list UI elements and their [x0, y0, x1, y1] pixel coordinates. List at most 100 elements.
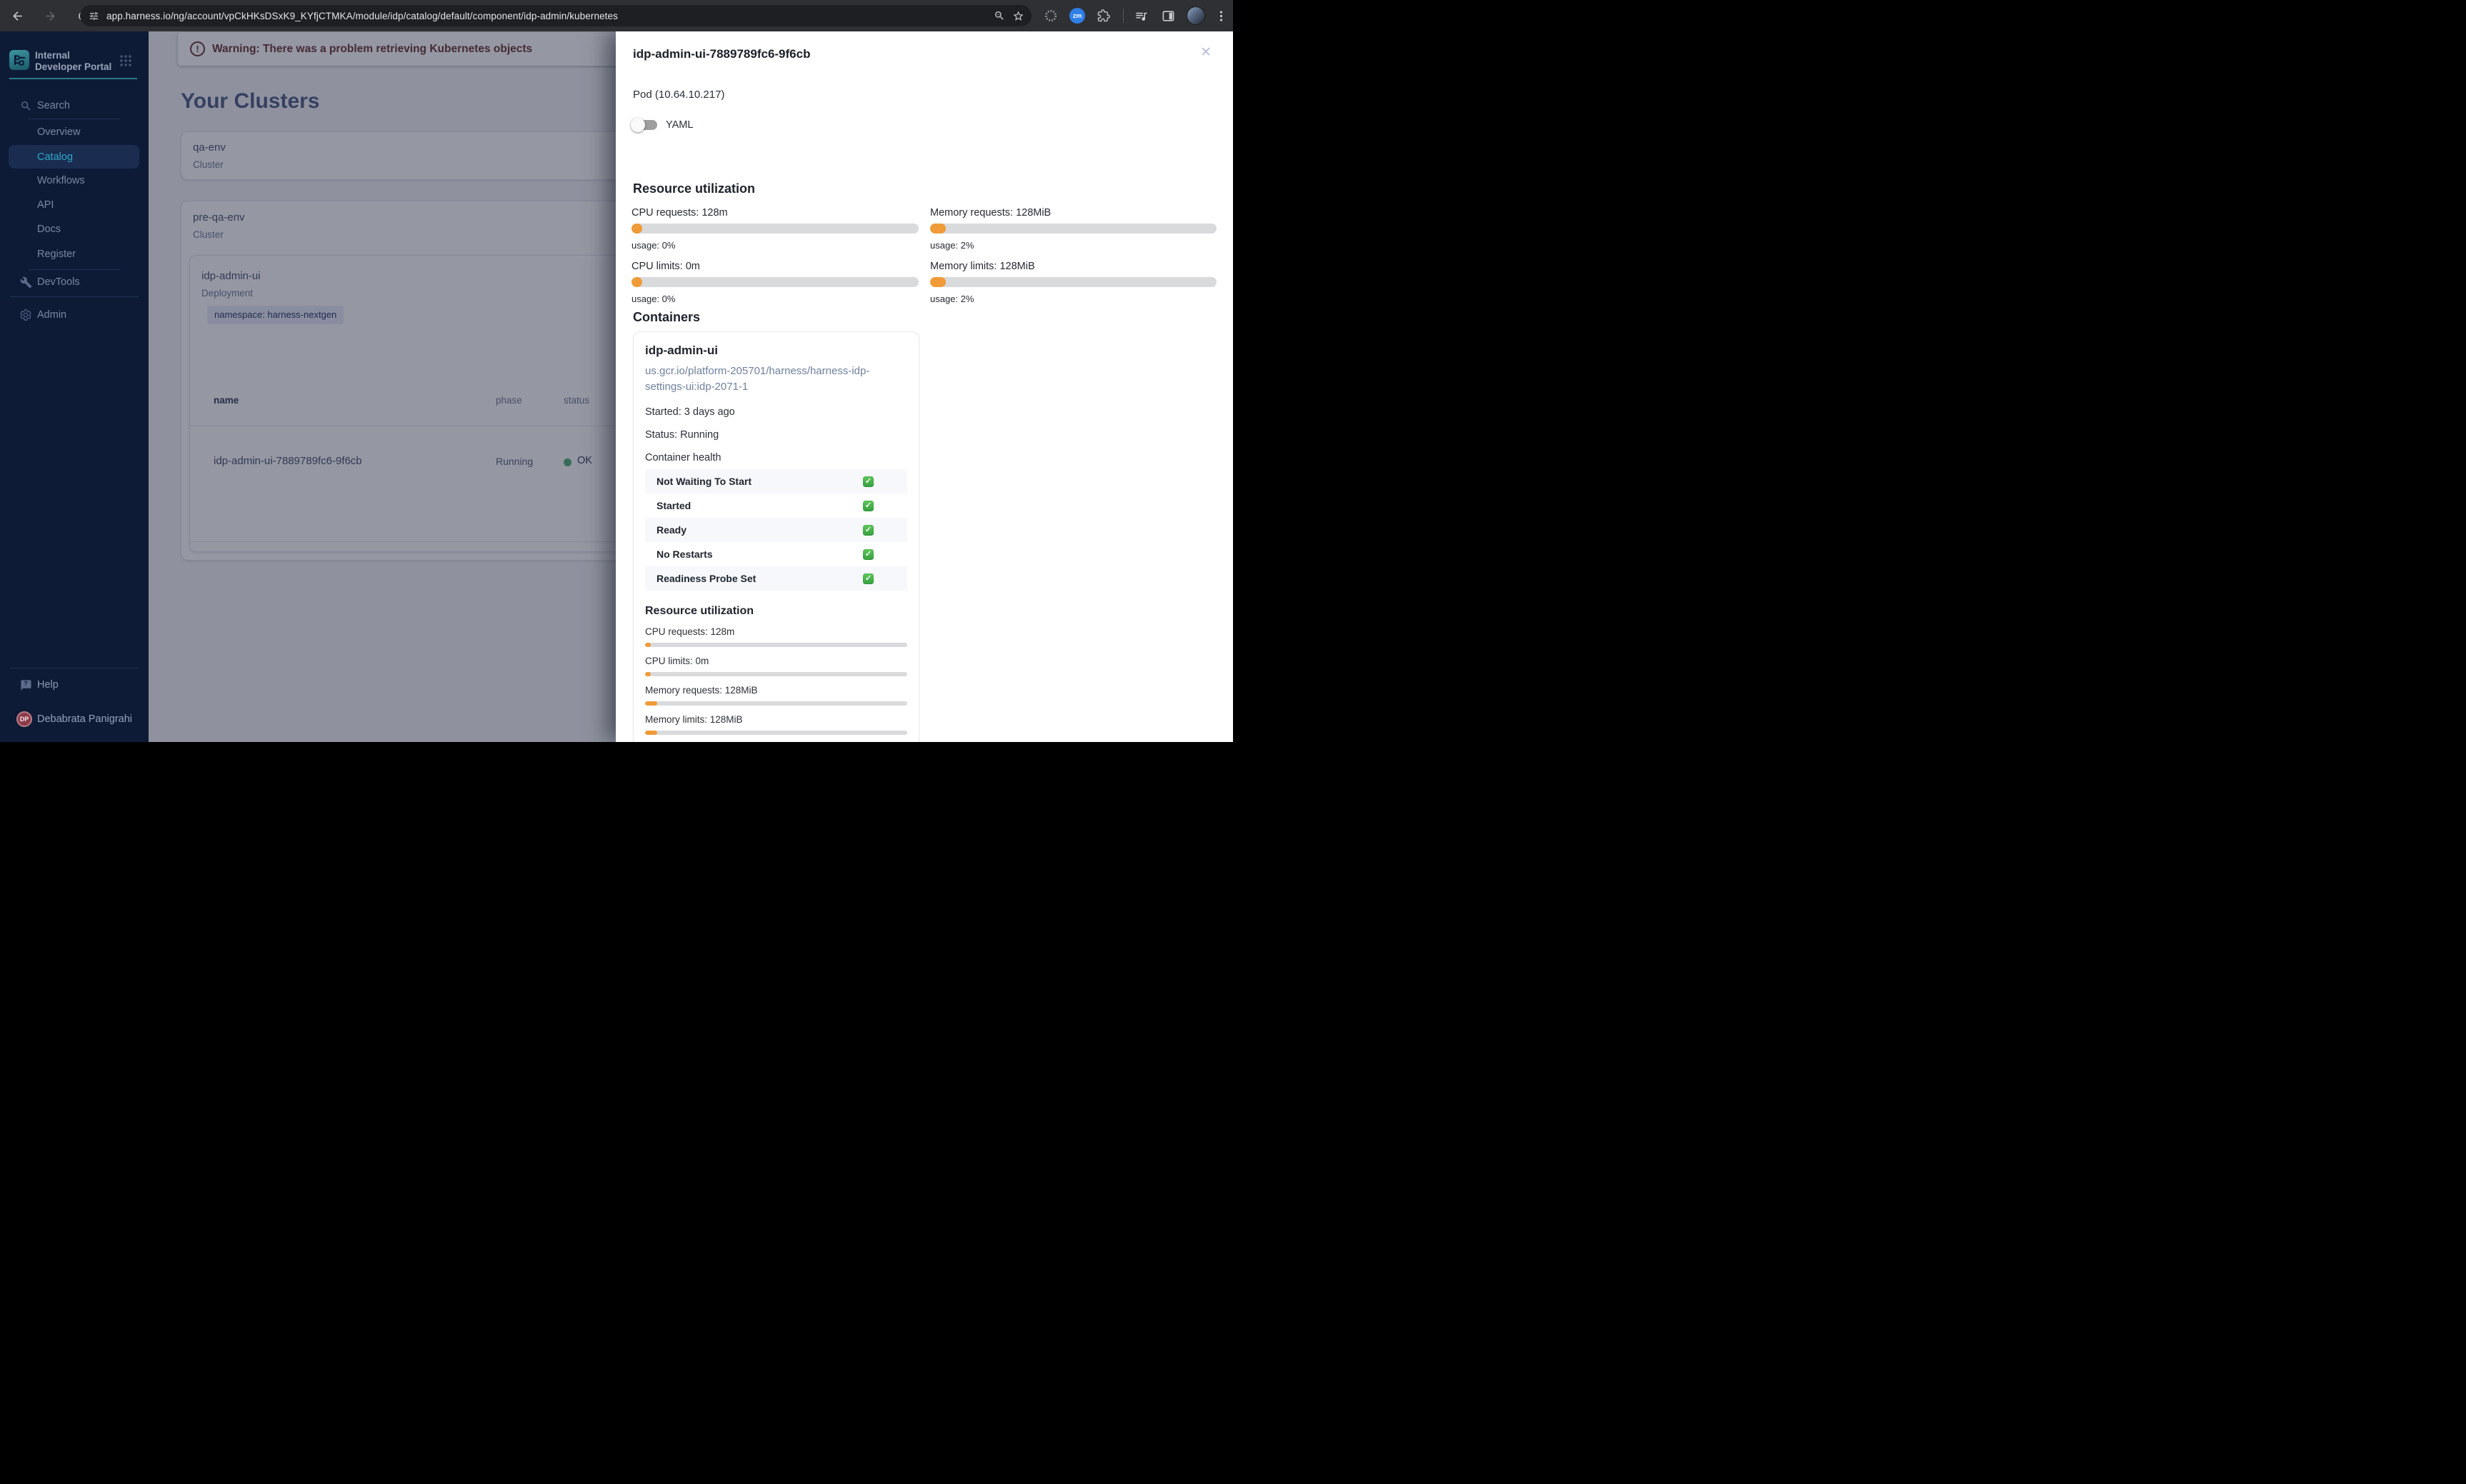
- zoom-app-label: zm: [1072, 12, 1082, 19]
- sidebar-item-admin[interactable]: Admin: [0, 303, 149, 327]
- resource-bar-memory-limits: Memory limits: 128MiB usage: 2%: [930, 261, 1217, 304]
- resource-bar-cpu-requests: CPU requests: 128m usage: 0%: [632, 207, 919, 251]
- progress-track: [930, 224, 1217, 234]
- sidebar-item-label: Workflows: [37, 175, 85, 186]
- check-icon: ✓: [863, 500, 874, 511]
- progress-track: [632, 277, 919, 287]
- container-image[interactable]: us.gcr.io/platform-205701/harness/harnes…: [645, 364, 907, 395]
- idp-logo-icon[interactable]: [9, 50, 29, 70]
- side-panel-icon[interactable]: [1160, 8, 1176, 24]
- apps-grid-icon[interactable]: [119, 54, 132, 67]
- progress-track: [632, 224, 919, 234]
- back-icon[interactable]: [9, 7, 26, 24]
- bar-usage: usage: 2%: [930, 240, 974, 251]
- resource-utilization-heading: Resource utilization: [633, 181, 756, 196]
- sidebar-item-label: Help: [37, 679, 59, 691]
- wrench-icon: [19, 276, 32, 289]
- progress-track: [645, 731, 907, 735]
- browser-menu-icon[interactable]: [1212, 7, 1229, 24]
- yaml-toggle[interactable]: [631, 118, 657, 132]
- bar-label: CPU limits: 0m: [632, 261, 700, 272]
- sidebar-item-label: Search: [37, 100, 70, 111]
- browser-toolbar: app.harness.io/ng/account/vpCkHKsDSxK9_K…: [0, 0, 1233, 31]
- health-check-row: Ready ✓: [645, 518, 907, 542]
- container-health-checklist: Not Waiting To Start ✓ Started ✓ Ready ✓: [645, 469, 907, 591]
- sidebar-item-overview[interactable]: Overview: [0, 120, 149, 144]
- progress-track: [645, 643, 907, 647]
- progress-track: [645, 701, 907, 706]
- extension-spinner-icon[interactable]: [1043, 8, 1059, 24]
- check-label: Not Waiting To Start: [657, 476, 752, 487]
- sidebar-item-label: Docs: [37, 224, 61, 235]
- yaml-toggle-row: YAML: [631, 116, 694, 134]
- sidebar-item-api[interactable]: API: [0, 193, 149, 217]
- check-label: Ready: [657, 524, 687, 536]
- forward-icon[interactable]: [41, 7, 59, 24]
- user-name: Debabrata Panigrahi: [37, 713, 133, 725]
- drawer-title: idp-admin-ui-7889789fc6-9f6cb: [633, 47, 811, 61]
- sidebar-item-devtools[interactable]: DevTools: [0, 270, 149, 294]
- bar-label: Memory requests: 128MiB: [930, 207, 1052, 219]
- site-controls-icon[interactable]: [89, 11, 99, 21]
- sidebar-item-profile[interactable]: Debabrata Panigrahi: [0, 707, 149, 731]
- check-icon: ✓: [863, 573, 874, 584]
- container-started: Started: 3 days ago: [645, 406, 735, 418]
- bookmark-star-icon[interactable]: [1009, 6, 1027, 25]
- zoom-out-icon[interactable]: [990, 6, 1009, 25]
- container-status: Status: Running: [645, 429, 719, 441]
- bar-label: CPU requests: 128m: [632, 207, 728, 219]
- yaml-toggle-label: YAML: [666, 119, 694, 131]
- progress-fill: [645, 731, 657, 735]
- progress-track: [930, 277, 1217, 287]
- health-check-row: No Restarts ✓: [645, 542, 907, 566]
- progress-fill: [645, 643, 651, 647]
- bar-label: CPU limits: 0m: [645, 656, 709, 666]
- check-icon: ✓: [863, 548, 874, 560]
- check-label: Readiness Probe Set: [657, 573, 757, 584]
- container-health-heading: Container health: [645, 452, 722, 463]
- sidebar-item-help[interactable]: ? Help: [0, 673, 149, 697]
- health-check-row: Not Waiting To Start ✓: [645, 469, 907, 493]
- address-bar[interactable]: app.harness.io/ng/account/vpCkHKsDSxK9_K…: [80, 5, 1032, 26]
- bar-label: Memory requests: 128MiB: [645, 685, 758, 696]
- bar-usage: usage: 0%: [632, 294, 676, 304]
- sidebar-item-label: Catalog: [37, 151, 73, 163]
- close-icon[interactable]: ✕: [1200, 44, 1212, 61]
- gear-icon: [19, 309, 32, 321]
- yaml-toggle-knob: [631, 118, 645, 132]
- url-text[interactable]: app.harness.io/ng/account/vpCkHKsDSxK9_K…: [106, 11, 990, 21]
- sidebar-item-label: Admin: [37, 309, 67, 321]
- sidebar-item-search[interactable]: Search: [0, 94, 149, 118]
- screen: app.harness.io/ng/account/vpCkHKsDSxK9_K…: [0, 0, 1233, 742]
- bar-label: Memory limits: 128MiB: [930, 261, 1035, 272]
- app-window: Internal Developer Portal Search Overvie…: [0, 31, 1233, 742]
- search-icon: [19, 99, 32, 112]
- help-chat-icon: ?: [19, 678, 32, 691]
- sidebar-item-docs[interactable]: Docs: [0, 217, 149, 241]
- zoom-app-icon[interactable]: zm: [1069, 8, 1085, 24]
- sidebar-item-register[interactable]: Register: [0, 242, 149, 266]
- check-label: Started: [657, 500, 692, 511]
- progress-fill: [930, 224, 946, 234]
- toolbar-separator: [1123, 9, 1124, 23]
- progress-fill: [930, 277, 946, 287]
- health-check-row: Started ✓: [645, 493, 907, 518]
- check-label: No Restarts: [657, 548, 713, 560]
- progress-fill: [632, 277, 642, 287]
- container-ru-heading: Resource utilization: [645, 605, 754, 617]
- bar-usage: usage: 2%: [930, 294, 974, 304]
- sidebar-item-workflows[interactable]: Workflows: [0, 169, 149, 193]
- containers-heading: Containers: [633, 310, 701, 324]
- sidebar-item-catalog[interactable]: Catalog: [0, 145, 149, 169]
- bar-label: CPU requests: 128m: [645, 626, 735, 637]
- portal-title: Internal Developer Portal: [35, 50, 112, 72]
- container-name: idp-admin-ui: [645, 344, 718, 357]
- extensions-puzzle-icon[interactable]: [1096, 8, 1112, 24]
- media-playlist-icon[interactable]: [1133, 8, 1149, 24]
- resource-utilization-grid: CPU requests: 128m usage: 0% Memory requ…: [632, 207, 1218, 304]
- bar-label: Memory limits: 128MiB: [645, 714, 743, 725]
- browser-profile-avatar[interactable]: [1187, 6, 1205, 25]
- sidebar-item-label: Overview: [37, 126, 81, 138]
- progress-fill: [645, 672, 651, 676]
- progress-track: [645, 672, 907, 676]
